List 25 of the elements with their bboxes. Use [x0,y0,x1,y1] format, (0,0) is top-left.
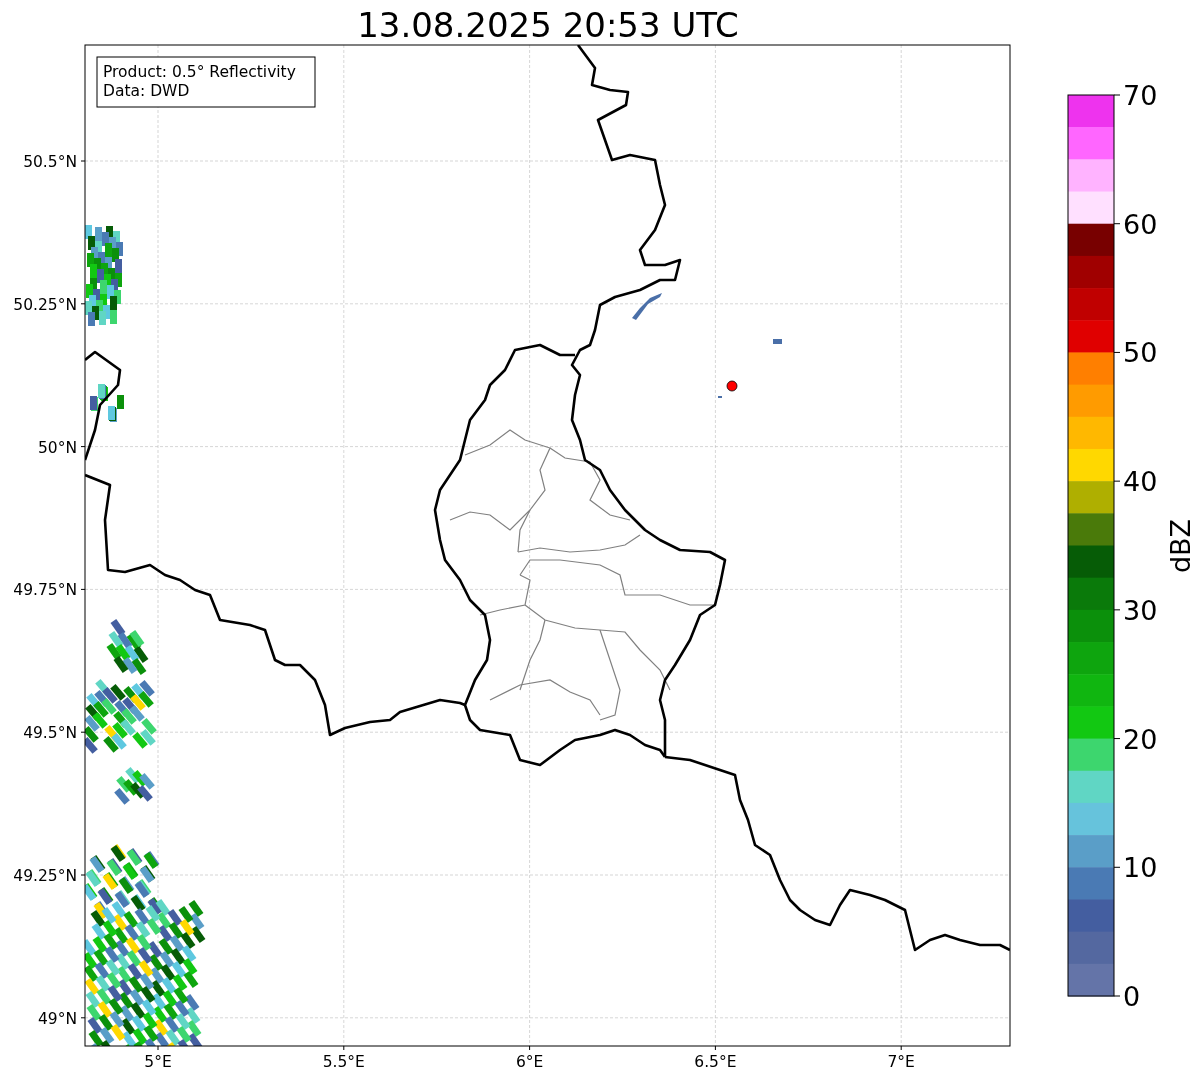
colorbar-tick-label: 60 [1123,208,1158,240]
latitude-label: 49.75°N [13,581,77,600]
colorbar-tick-label: 30 [1123,594,1158,626]
longitude-label: 5°E [144,1053,172,1071]
colorbar-tick-label: 10 [1123,852,1158,884]
colorbar-tick-label: 20 [1123,723,1158,755]
chart-title: 13.08.2025 20:53 UTC [357,5,739,45]
colorbar-label: dBZ [1165,518,1196,574]
longitude-label: 7°E [887,1053,915,1071]
longitude-label: 6.5°E [694,1053,737,1071]
latitude-label: 50°N [37,438,77,457]
colorbar-tick-label: 0 [1123,981,1141,1012]
colorbar-tick-label: 40 [1123,466,1158,498]
longitude-label: 6°E [515,1053,544,1071]
latitude-label: 50.25°N [13,295,77,314]
latitude-label: 49.5°N [23,724,77,743]
latitude-label: 50.5°N [23,153,77,171]
colorbar-tick-label: 50 [1123,337,1158,369]
legend-text: Product: 0.5° Reflectivity [103,63,296,81]
latitude-label: 49.25°N [13,867,77,885]
colorbar-tick-label: 70 [1123,80,1158,111]
longitude-label: 5.5°E [322,1053,365,1071]
legend-text: Data: DWD [103,82,190,100]
latitude-label: 49°N [37,1009,77,1028]
location-marker [726,380,738,392]
